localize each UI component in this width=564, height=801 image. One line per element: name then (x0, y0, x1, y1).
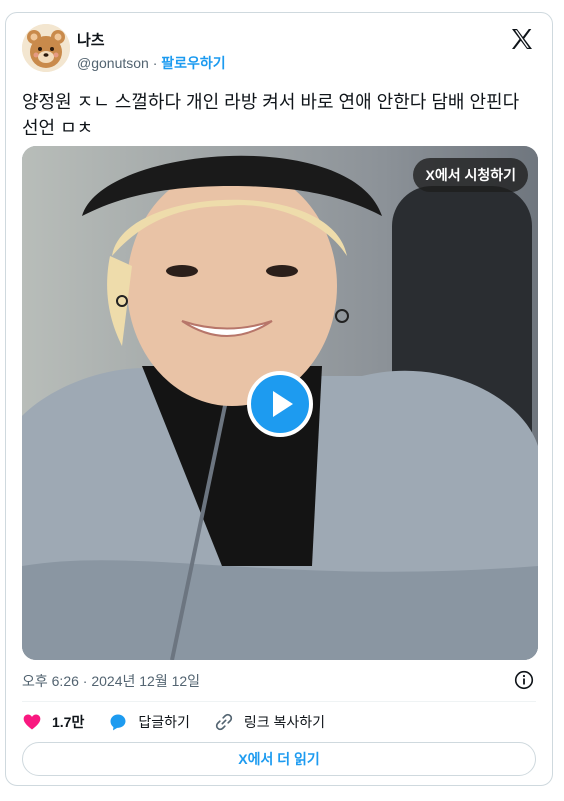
tweet-text: 양정원 ㅈㄴ 스껄하다 개인 라방 켜서 바로 연애 안한다 담배 안핀다 선언… (22, 92, 520, 138)
play-button[interactable] (247, 371, 313, 437)
heart-icon (23, 714, 41, 730)
like-button[interactable]: 1.7만 (22, 712, 84, 732)
reply-label: 답글하기 (138, 714, 190, 730)
watch-on-x-button[interactable]: X에서 시청하기 (413, 158, 528, 192)
x-logo-icon[interactable] (510, 27, 534, 51)
avatar[interactable] (22, 24, 70, 72)
user-handle[interactable]: @gonutson (77, 55, 149, 71)
separator-dot: · (152, 55, 158, 71)
copy-link-label: 링크 복사하기 (243, 714, 326, 730)
reply-bubble-icon (110, 714, 126, 731)
reply-button[interactable]: 답글하기 (108, 712, 190, 732)
link-icon (215, 713, 233, 731)
video-thumbnail[interactable]: X에서 시청하기 (22, 146, 538, 660)
tweet-card: 나츠 @gonutson · 팔로우하기 양정원 ㅈㄴ 스껄하다 개인 라방 켜… (5, 12, 553, 786)
divider (22, 701, 536, 702)
bear-avatar-icon (22, 24, 70, 72)
follow-button[interactable]: 팔로우하기 (161, 55, 225, 71)
read-more-on-x-button[interactable]: X에서 더 읽기 (22, 742, 536, 776)
tweet-timestamp[interactable]: 오후 6:26 · 2024년 12월 12일 (22, 671, 200, 691)
like-count: 1.7만 (52, 714, 85, 730)
tweet-actions: 1.7만 답글하기 링크 복사하기 (22, 710, 349, 734)
copy-link-button[interactable]: 링크 복사하기 (214, 712, 325, 732)
handle-row: @gonutson · 팔로우하기 (77, 53, 226, 73)
play-icon (273, 391, 293, 417)
info-icon[interactable] (514, 670, 534, 690)
display-name[interactable]: 나츠 (77, 29, 105, 50)
